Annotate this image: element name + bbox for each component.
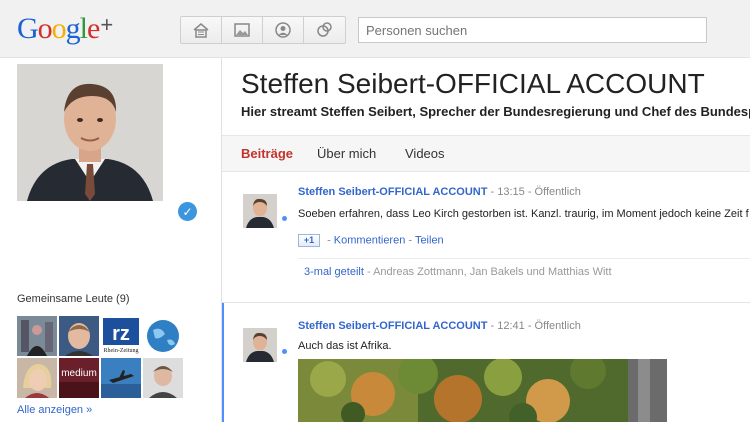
circles-icon [316,22,332,37]
profile-icon [275,22,291,38]
separator: - [487,186,498,198]
person-thumb-5[interactable] [17,358,57,398]
common-people-label: Gemeinsame Leute (9) [17,293,130,305]
tab-videos[interactable]: Videos [405,146,445,161]
profile-name: Steffen Seibert-OFFICIAL ACCOUNT [241,68,705,99]
post-time[interactable]: 12:41 [497,320,525,332]
separator: - [327,234,334,247]
svg-text:rz: rz [112,323,130,345]
share-link[interactable]: Teilen [415,234,444,246]
post-visibility[interactable]: Öffentlich [535,186,581,198]
profile-photo[interactable] [17,64,163,201]
person-thumb-2[interactable] [59,316,99,356]
post-author-avatar[interactable] [243,328,277,362]
svg-text:Rhein-Zeitung: Rhein-Zeitung [104,348,139,354]
post-card-selected: Steffen Seibert-OFFICIAL ACCOUNT - 12:41… [222,303,750,422]
person-thumb-1[interactable] [17,316,57,356]
tab-posts[interactable]: Beiträge [241,146,293,161]
post-text: Auch das ist Afrika. [298,340,392,352]
share-count-link[interactable]: 3-mal geteilt [304,266,364,278]
airplane-thumb[interactable] [101,358,141,398]
home-icon [193,23,209,38]
rhein-zeitung-thumb[interactable]: rz Rhein-Zeitung [101,316,141,356]
plusone-button[interactable]: +1 [298,234,320,247]
main-nav [180,16,346,44]
top-bar: Google+ [0,0,750,58]
unread-dot-icon [282,216,287,221]
post-author-link[interactable]: Steffen Seibert-OFFICIAL ACCOUNT [298,320,487,332]
person-thumb-globe[interactable] [143,316,183,356]
post-text: Soeben erfahren, dass Leo Kirch gestorbe… [298,208,749,220]
post-header: Steffen Seibert-OFFICIAL ACCOUNT - 12:41… [298,320,581,332]
verified-badge-icon: ✓ [178,202,197,221]
post-photo[interactable] [298,359,667,422]
post-card: Steffen Seibert-OFFICIAL ACCOUNT - 13:15… [222,172,750,302]
person-thumb-8[interactable] [143,358,183,398]
nav-home-button[interactable] [181,17,222,43]
post-visibility[interactable]: Öffentlich [535,320,581,332]
unread-dot-icon [282,349,287,354]
google-plus-logo[interactable]: Google+ [17,12,113,46]
post-author-link[interactable]: Steffen Seibert-OFFICIAL ACCOUNT [298,186,487,198]
photos-icon [234,23,250,37]
nav-circles-button[interactable] [304,17,345,43]
separator: - [487,320,498,332]
separator: - [524,320,535,332]
shared-by-names[interactable]: - Andreas Zottmann, Jan Bakels und Matth… [364,266,612,278]
post-actions: +1 - Kommentieren - Teilen [298,234,444,247]
nav-profile-button[interactable] [263,17,304,43]
shared-by-row: 3-mal geteilt - Andreas Zottmann, Jan Ba… [298,258,750,286]
search-input[interactable] [358,17,707,43]
post-time[interactable]: 13:15 [497,186,525,198]
profile-tagline: Hier streamt Steffen Seibert, Sprecher d… [241,104,750,119]
separator: - [524,186,535,198]
nav-photos-button[interactable] [222,17,263,43]
show-all-link[interactable]: Alle anzeigen » [17,404,92,416]
comment-link[interactable]: Kommentieren [334,234,406,246]
post-header: Steffen Seibert-OFFICIAL ACCOUNT - 13:15… [298,186,581,198]
medium-thumb[interactable]: medium [59,358,99,398]
post-author-avatar[interactable] [243,194,277,228]
tab-about[interactable]: Über mich [317,146,376,161]
common-people-grid: rz Rhein-Zeitung medium [17,316,187,398]
svg-text:medium: medium [61,368,97,379]
profile-tabs: Beiträge Über mich Videos [222,135,750,172]
